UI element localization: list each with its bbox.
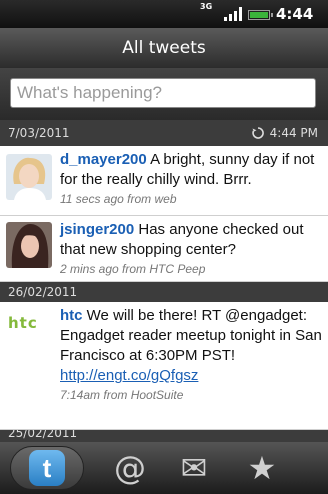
- tab-favorites[interactable]: ★: [232, 446, 292, 490]
- mentions-icon: @: [114, 449, 146, 487]
- tweet-username[interactable]: d_mayer200: [60, 151, 147, 168]
- tweet-meta: 7:14am from HootSuite: [60, 388, 184, 402]
- section-date: 25/02/2011: [8, 430, 78, 440]
- htc-logo: htc: [8, 314, 38, 332]
- tweet-text: We will be there! RT @engadget: Engadget…: [60, 307, 322, 364]
- section-date: 26/02/2011: [8, 285, 78, 299]
- tweet-body: d_mayer200 A bright, sunny day if not fo…: [60, 150, 324, 208]
- compose-bar: What's happening?: [0, 68, 328, 120]
- date-header: 7/03/2011 4:44 PM: [0, 120, 328, 146]
- favorites-icon: ★: [247, 449, 277, 487]
- tweet-row[interactable]: d_mayer200 A bright, sunny day if not fo…: [0, 146, 328, 216]
- signal-icon: [224, 7, 242, 21]
- section-date: 7/03/2011: [8, 126, 70, 140]
- tweet-body: htc We will be there! RT @engadget: Enga…: [60, 306, 324, 404]
- battery-icon: [248, 10, 273, 20]
- network-type: 3G: [200, 2, 213, 11]
- messages-icon: ✉: [180, 449, 208, 487]
- bottom-tab-bar: t @ ✉ ★: [0, 442, 328, 494]
- tab-messages[interactable]: ✉: [164, 446, 224, 490]
- compose-input[interactable]: What's happening?: [10, 78, 316, 108]
- tweet-meta: 11 secs ago from web: [60, 192, 177, 206]
- tweet-username[interactable]: jsinger200: [60, 221, 134, 238]
- page-title: All tweets: [0, 28, 328, 68]
- tweet-row[interactable]: jsinger200 Has anyone checked out that n…: [0, 216, 328, 282]
- tweet-username[interactable]: htc: [60, 307, 83, 324]
- tab-mentions[interactable]: @: [100, 446, 160, 490]
- status-bar: 3G 4:44 PM: [0, 0, 328, 40]
- tweet-body: jsinger200 Has anyone checked out that n…: [60, 220, 324, 278]
- refresh-icon[interactable]: [251, 127, 264, 139]
- refresh-time: 4:44 PM: [269, 126, 318, 140]
- date-header: 26/02/2011: [0, 282, 328, 302]
- twitter-icon: t: [29, 450, 65, 486]
- tweet-link[interactable]: http://engt.co/gQfgsz: [60, 367, 198, 384]
- avatar: [6, 222, 52, 268]
- avatar: [6, 154, 52, 200]
- tab-all-tweets[interactable]: t: [10, 446, 84, 490]
- tweet-meta: 2 mins ago from HTC Peep: [60, 262, 206, 276]
- tweet-row[interactable]: htc htc We will be there! RT @engadget: …: [0, 302, 328, 430]
